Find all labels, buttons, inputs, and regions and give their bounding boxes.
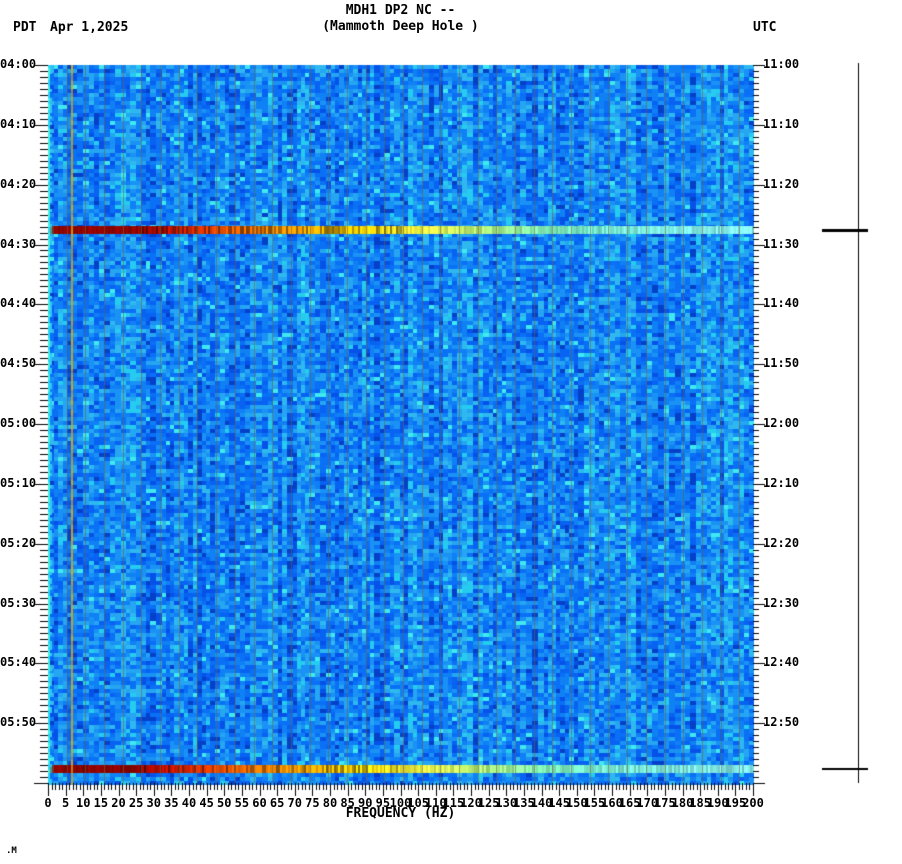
page-title: MDH1 DP2 NC -- [345, 3, 456, 18]
left-axis-tick-label: 04:00 [0, 57, 37, 71]
left-axis-tick-label: 04:30 [0, 236, 37, 251]
right-axis-tick-label: 11:40 [763, 296, 800, 311]
left-axis-tick-label: 04:20 [0, 176, 37, 191]
left-axis-tick-label: 04:40 [0, 296, 37, 311]
right-axis-tick-label: 12:30 [763, 595, 800, 610]
right-axis-tick-label: 11:30 [763, 236, 800, 251]
right-axis-tick-label: 11:50 [763, 356, 800, 371]
right-axis-tick-label: 11:20 [763, 176, 800, 191]
corner-mark: .M [6, 846, 17, 856]
right-axis-tick-label: 12:40 [763, 655, 800, 670]
left-axis-tick-label: 05:50 [0, 715, 37, 730]
left-axis-tick-label: 04:10 [0, 116, 37, 131]
left-axis-tick-label: 04:50 [0, 356, 37, 371]
left-axis-tick-label: 05:00 [0, 416, 37, 430]
right-axis-tick-label: 12:50 [763, 715, 800, 730]
spectrogram-page: MDH1 DP2 NC -- (Mammoth Deep Hole ) PDT … [0, 0, 902, 864]
right-axis-tick-label: 12:10 [763, 475, 800, 490]
timezone-right-label: UTC [753, 20, 777, 35]
left-axis-tick-label: 05:40 [0, 655, 37, 670]
left-axis-tick-label: 05:20 [0, 535, 37, 550]
right-axis-tick-label: 12:00 [763, 416, 800, 430]
timezone-left-label: PDT [13, 20, 37, 35]
x-axis-tick-label: 200 [742, 796, 764, 810]
right-axis-tick-label: 12:20 [763, 535, 800, 550]
station-subtitle: (Mammoth Deep Hole ) [322, 19, 479, 34]
left-axis-tick-label: 05:30 [0, 595, 37, 610]
date-label: Apr 1,2025 [50, 20, 129, 35]
left-axis-tick-label: 05:10 [0, 475, 37, 490]
right-axis-tick-label: 11:10 [763, 116, 800, 131]
right-axis-tick-label: 11:00 [763, 57, 800, 71]
